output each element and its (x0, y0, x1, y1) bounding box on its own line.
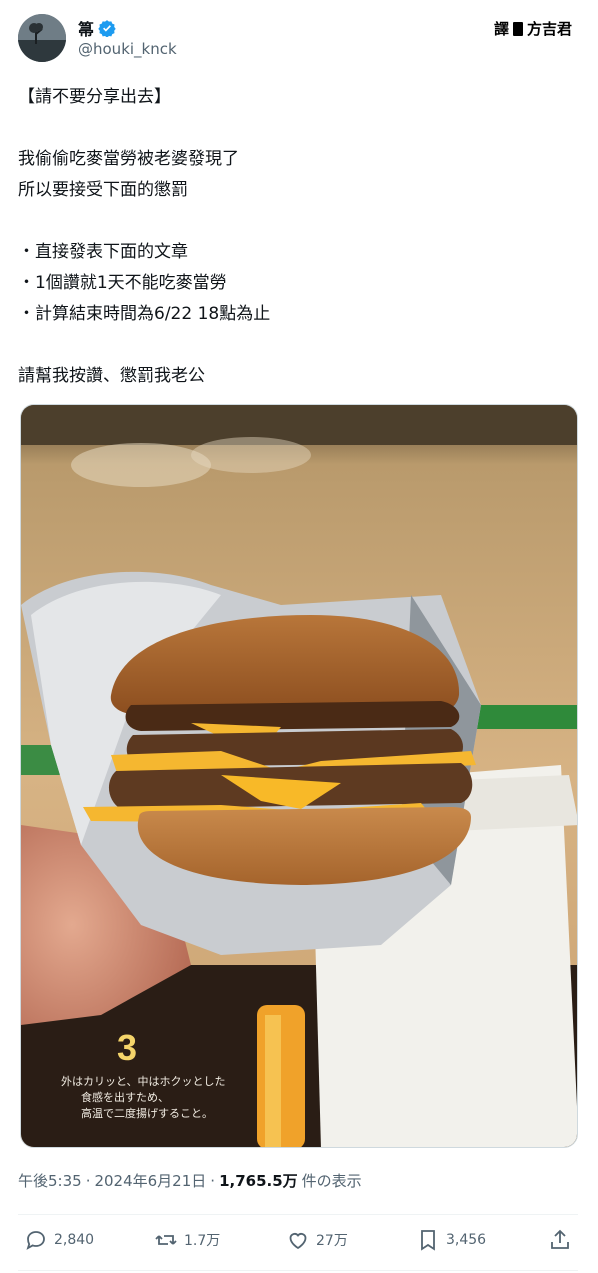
avatar-image (18, 14, 66, 62)
tweet-text: 【請不要分享出去】 我偷偷吃麥當勞被老婆發現了 所以要接受下面的懲罰 ・直接發表… (18, 87, 271, 386)
watermark-right: 方吉君 (526, 20, 572, 38)
author-name-row[interactable]: 箒 (78, 16, 116, 40)
heart-icon (289, 1233, 307, 1250)
verified-badge-icon (98, 20, 116, 37)
watermark-left: 譯 (493, 20, 509, 38)
view-count-suffix: 件の表示 (301, 1172, 362, 1190)
divider (18, 1270, 578, 1271)
meta-separator: · (85, 1171, 91, 1190)
like-count: 27万 (316, 1233, 348, 1249)
bookmark-count: 3,456 (446, 1232, 487, 1248)
watermark: 譯 方吉君 (494, 18, 572, 39)
wrapper-print-line-2: 食感を出すため、 (81, 1090, 169, 1104)
bookmark-icon (421, 1230, 435, 1251)
tweet-date[interactable]: 2024年6月21日 (94, 1170, 206, 1191)
share-button[interactable] (548, 1228, 572, 1252)
view-count: 1,765.5万 (219, 1172, 298, 1190)
repost-count: 1.7万 (184, 1233, 221, 1249)
tweet-time[interactable]: 午後5:35 (18, 1170, 82, 1191)
divider (18, 1214, 578, 1215)
wrapper-print-line-1: 外はカリッと、中はホクッとした (61, 1075, 226, 1088)
wrapper-badge-number: 3 (117, 1027, 137, 1068)
reply-icon (26, 1231, 45, 1250)
wrapper-print-line-3: 高温で二度揚げすること。 (81, 1106, 213, 1120)
meta-separator: · (210, 1171, 216, 1190)
bookmark-button[interactable]: 3,456 (416, 1228, 486, 1252)
share-icon (551, 1229, 569, 1249)
repost-button[interactable]: 1.7万 (154, 1228, 220, 1252)
tweet-actions: 2,840 1.7万 27万 3,456 (18, 1228, 578, 1260)
burger-photo-illustration: 3 外はカリッと、中はホクッとした 食感を出すため、 高温で二度揚げすること。 (21, 405, 577, 1147)
repost-icon (155, 1235, 177, 1245)
author-handle[interactable]: @houki_knck (78, 40, 177, 58)
like-button[interactable]: 27万 (286, 1228, 348, 1252)
author-name[interactable]: 箒 (78, 16, 94, 40)
watermark-dot-icon (511, 20, 524, 37)
tweet-photo[interactable]: 3 外はカリッと、中はホクッとした 食感を出すため、 高温で二度揚げすること。 (20, 404, 578, 1148)
avatar[interactable] (18, 14, 66, 62)
reply-count: 2,840 (54, 1232, 95, 1248)
tweet-meta: 午後5:35 · 2024年6月21日 · 1,765.5万 件の表示 (18, 1170, 362, 1191)
reply-button[interactable]: 2,840 (24, 1228, 94, 1252)
